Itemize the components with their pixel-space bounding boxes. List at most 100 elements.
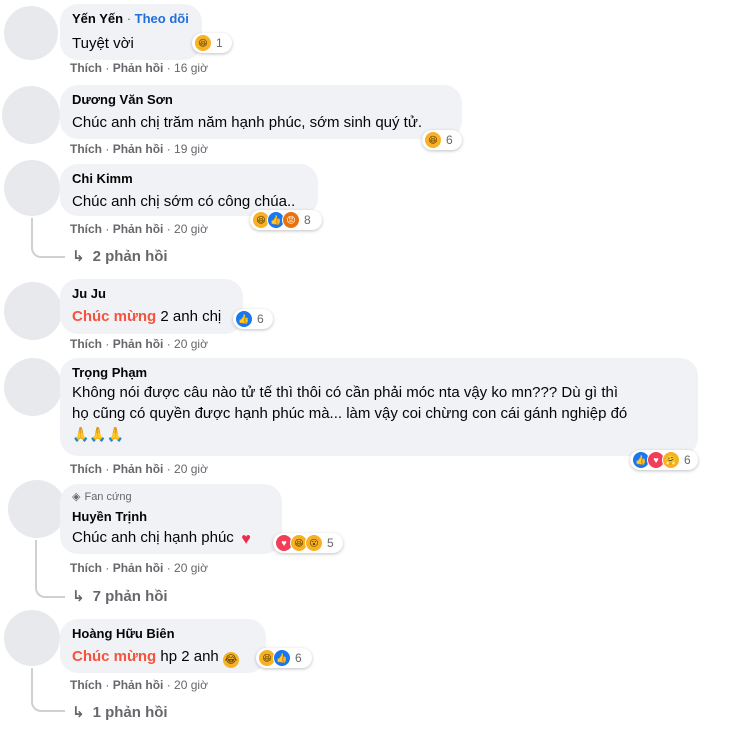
separator-dot: · (166, 561, 171, 575)
reaction-summary[interactable]: ♥ 😆 😮 5 (273, 533, 343, 553)
reaction-count: 6 (257, 312, 264, 326)
heart-emoji-icon: ♥ (241, 531, 251, 548)
comment-text: hp 2 anh (160, 648, 219, 665)
separator-dot: · (166, 61, 171, 75)
view-replies-link[interactable]: ↳ 2 phản hồi (72, 247, 168, 265)
comment-timestamp[interactable]: 16 giờ (174, 61, 208, 75)
avatar[interactable] (4, 358, 62, 416)
comment-author[interactable]: Hoàng Hữu Biên (72, 625, 254, 642)
reply-link[interactable]: Phản hồi (113, 61, 164, 75)
haha-icon: 😆 (194, 34, 212, 52)
laughing-emoji-icon: 😂 (222, 652, 239, 668)
separator-dot: · (105, 222, 110, 236)
like-link[interactable]: Thích (70, 561, 102, 575)
comment-actions: Thích · Phản hồi · 20 giờ (70, 222, 208, 236)
separator-dot: · (105, 61, 110, 75)
comment-timestamp[interactable]: 20 giờ (174, 678, 208, 692)
replies-count: 7 phản hồi (92, 588, 168, 605)
reply-link[interactable]: Phản hồi (113, 561, 164, 575)
comment-timestamp[interactable]: 20 giờ (174, 222, 208, 236)
diamond-icon: ◈ (72, 491, 81, 503)
fan-badge[interactable]: Fan cứng (84, 491, 131, 503)
comment-timestamp[interactable]: 20 giờ (174, 462, 208, 476)
comment-text: Chúc anh chị sớm có công chúa.. (72, 193, 296, 210)
comment-author[interactable]: Dương Văn Sơn (72, 91, 450, 108)
replies-count: 1 phản hồi (92, 704, 168, 721)
view-replies-link[interactable]: ↳ 1 phản hồi (72, 703, 168, 721)
reaction-count: 1 (216, 36, 223, 50)
reaction-summary[interactable]: 😆 👍 😡 8 (250, 210, 322, 230)
reply-arrow-icon: ↳ (72, 588, 85, 605)
pray-emoji: 🙏🙏🙏 (72, 426, 125, 442)
reaction-count: 6 (295, 651, 302, 665)
comment-author[interactable]: Trọng Phạm (72, 364, 686, 381)
separator-dot: · (166, 222, 171, 236)
separator-dot: · (166, 678, 171, 692)
avatar[interactable] (2, 86, 60, 144)
comment-timestamp[interactable]: 20 giờ (174, 337, 208, 351)
comment-timestamp[interactable]: 20 giờ (174, 561, 208, 575)
reply-link[interactable]: Phản hồi (113, 337, 164, 351)
comment-actions: Thích · Phản hồi · 20 giờ (70, 561, 208, 575)
like-icon: 👍 (273, 649, 291, 667)
reaction-summary[interactable]: 👍 6 (233, 309, 273, 329)
avatar[interactable] (4, 282, 62, 340)
comment-actions: Thích · Phản hồi · 16 giờ (70, 61, 208, 75)
separator-dot: · (105, 337, 110, 351)
reaction-count: 5 (327, 536, 334, 550)
separator-dot: · (105, 462, 110, 476)
comment-text-line: Không nói được câu nào tử tế thì thôi có… (72, 384, 619, 401)
comment-author[interactable]: Yến Yến (72, 11, 123, 26)
comment-actions: Thích · Phản hồi · 20 giờ (70, 678, 208, 692)
reaction-count: 6 (446, 133, 453, 147)
view-replies-link[interactable]: ↳ 7 phản hồi (72, 587, 168, 605)
like-link[interactable]: Thích (70, 142, 102, 156)
comment-text: 2 anh chị (160, 308, 222, 325)
separator-dot: · (166, 462, 171, 476)
like-link[interactable]: Thích (70, 462, 102, 476)
reaction-summary[interactable]: 😆 1 (192, 33, 232, 53)
wow-icon: 😮 (305, 534, 323, 552)
comment-text: Chúc anh chị trăm năm hạnh phúc, sớm sin… (72, 114, 423, 131)
like-link[interactable]: Thích (70, 222, 102, 236)
separator-dot: · (126, 11, 132, 26)
avatar[interactable] (4, 6, 58, 60)
comment-bubble: Yến Yến · Theo dõi Tuyệt vời (60, 4, 202, 60)
reaction-summary[interactable]: 😆 6 (422, 130, 462, 150)
comment-timestamp[interactable]: 19 giờ (174, 142, 208, 156)
avatar[interactable] (4, 160, 60, 216)
comment-text-line: họ cũng có quyền được hạnh phúc mà... là… (72, 405, 628, 422)
reaction-summary[interactable]: 😆 👍 6 (256, 648, 312, 668)
separator-dot: · (105, 678, 110, 692)
avatar[interactable] (8, 480, 66, 538)
like-link[interactable]: Thích (70, 337, 102, 351)
reply-link[interactable]: Phản hồi (113, 142, 164, 156)
like-icon: 👍 (235, 310, 253, 328)
comment-bubble: Dương Văn Sơn Chúc anh chị trăm năm hạnh… (60, 85, 462, 139)
reply-arrow-icon: ↳ (72, 704, 85, 721)
avatar[interactable] (4, 610, 60, 666)
comment-bubble: Trọng Phạm Không nói được câu nào tử tế … (60, 358, 698, 456)
reply-link[interactable]: Phản hồi (113, 222, 164, 236)
like-link[interactable]: Thích (70, 678, 102, 692)
reaction-count: 8 (304, 213, 311, 227)
follow-button[interactable]: Theo dõi (135, 11, 189, 26)
reply-link[interactable]: Phản hồi (113, 462, 164, 476)
care-icon: 🤗 (662, 451, 680, 469)
comment-author[interactable]: Chi Kimm (72, 170, 306, 187)
angry-icon: 😡 (282, 211, 300, 229)
reply-link[interactable]: Phản hồi (113, 678, 164, 692)
comment-author[interactable]: Ju Ju (72, 285, 231, 302)
separator-dot: · (166, 142, 171, 156)
comment-actions: Thích · Phản hồi · 20 giờ (70, 462, 208, 476)
reply-thread-line (31, 218, 65, 258)
comment-author[interactable]: Huyền Trịnh (72, 508, 270, 525)
reply-thread-line (31, 668, 65, 712)
reaction-summary[interactable]: 👍 ♥ 🤗 6 (630, 450, 698, 470)
comment-text: Chúc anh chị hạnh phúc (72, 529, 234, 546)
like-link[interactable]: Thích (70, 61, 102, 75)
comment-actions: Thích · Phản hồi · 20 giờ (70, 337, 208, 351)
separator-dot: · (105, 142, 110, 156)
highlighted-text: Chúc mừng (72, 648, 157, 665)
reaction-count: 6 (684, 453, 691, 467)
